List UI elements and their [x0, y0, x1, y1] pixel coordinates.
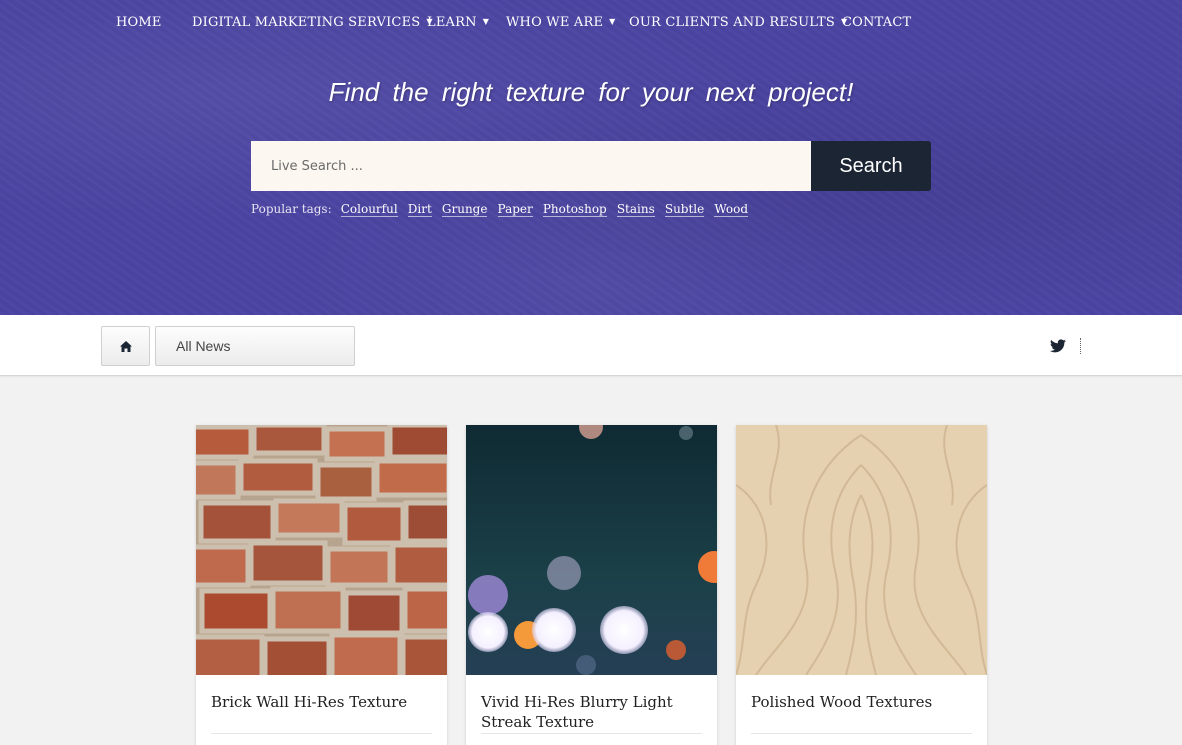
card-title[interactable]: Vivid Hi-Res Blurry Light Streak Texture: [481, 692, 701, 732]
brick-wall-thumbnail[interactable]: [196, 425, 447, 675]
tag-link-dirt[interactable]: Dirt: [407, 202, 432, 217]
polished-wood-thumbnail[interactable]: [736, 425, 987, 675]
texture-card[interactable]: Brick Wall Hi-Res Texture: [196, 425, 447, 745]
nav-item-our-clients-and-results[interactable]: OUR CLIENTS AND RESULTS ▼: [629, 15, 847, 30]
nav-item-label: CONTACT: [842, 15, 912, 30]
tag-link-grunge[interactable]: Grunge: [441, 202, 488, 217]
nav-item-label: LEARN: [427, 15, 477, 30]
search-form: Search: [251, 141, 931, 191]
nav-item-digital-marketing-services[interactable]: DIGITAL MARKETING SERVICES ▼: [192, 15, 433, 30]
filter-toolbar: All News: [0, 315, 1182, 376]
blurry-light-image: [466, 425, 717, 675]
texture-card[interactable]: Polished Wood Textures: [736, 425, 987, 745]
nav-item-who-we-are[interactable]: WHO WE ARE ▼: [506, 15, 616, 30]
twitter-icon[interactable]: [1050, 339, 1066, 353]
home-icon: [119, 340, 132, 352]
card-title[interactable]: Polished Wood Textures: [751, 692, 971, 712]
polished-wood-image: [736, 425, 987, 675]
popular-tags: Popular tags: Colourful Dirt Grunge Pape…: [251, 198, 753, 217]
card-divider: [481, 733, 702, 734]
card-divider: [751, 733, 972, 734]
tag-link-wood[interactable]: Wood: [714, 202, 748, 217]
search-button[interactable]: Search: [811, 141, 931, 191]
card-title[interactable]: Brick Wall Hi-Res Texture: [211, 692, 431, 712]
hero-banner: HOME DIGITAL MARKETING SERVICES ▼ LEARN ▼ …: [0, 0, 1182, 315]
brick-wall-image: [196, 425, 447, 675]
blurry-light-thumbnail[interactable]: [466, 425, 717, 675]
tag-link-paper[interactable]: Paper: [497, 202, 533, 217]
tag-link-stains[interactable]: Stains: [616, 202, 655, 217]
card-divider: [211, 733, 432, 734]
search-input[interactable]: [251, 141, 811, 191]
nav-item-contact[interactable]: CONTACT: [842, 15, 911, 30]
tag-link-subtle[interactable]: Subtle: [664, 202, 705, 217]
caret-down-icon: ▼: [482, 17, 490, 26]
all-news-button[interactable]: All News: [155, 326, 355, 366]
hero-tagline: Find the right texture for your next pro…: [328, 77, 854, 107]
caret-down-icon: ▼: [609, 17, 616, 26]
tag-link-photoshop[interactable]: Photoshop: [542, 202, 607, 217]
nav-item-label: WHO WE ARE: [506, 15, 604, 30]
home-button[interactable]: [101, 326, 150, 366]
popular-tags-label: Popular tags:: [251, 202, 332, 216]
toolbar-divider: [1080, 338, 1081, 354]
nav-item-learn[interactable]: LEARN ▼: [427, 15, 489, 30]
nav-item-label: DIGITAL MARKETING SERVICES: [192, 15, 421, 30]
nav-item-home[interactable]: HOME: [116, 15, 162, 30]
tag-link-colourful[interactable]: Colourful: [340, 202, 398, 217]
nav-item-label: OUR CLIENTS AND RESULTS: [629, 15, 836, 30]
main-nav: HOME DIGITAL MARKETING SERVICES ▼ LEARN ▼ …: [0, 15, 1182, 33]
nav-item-label: HOME: [116, 15, 162, 30]
texture-card[interactable]: Vivid Hi-Res Blurry Light Streak Texture: [466, 425, 717, 745]
